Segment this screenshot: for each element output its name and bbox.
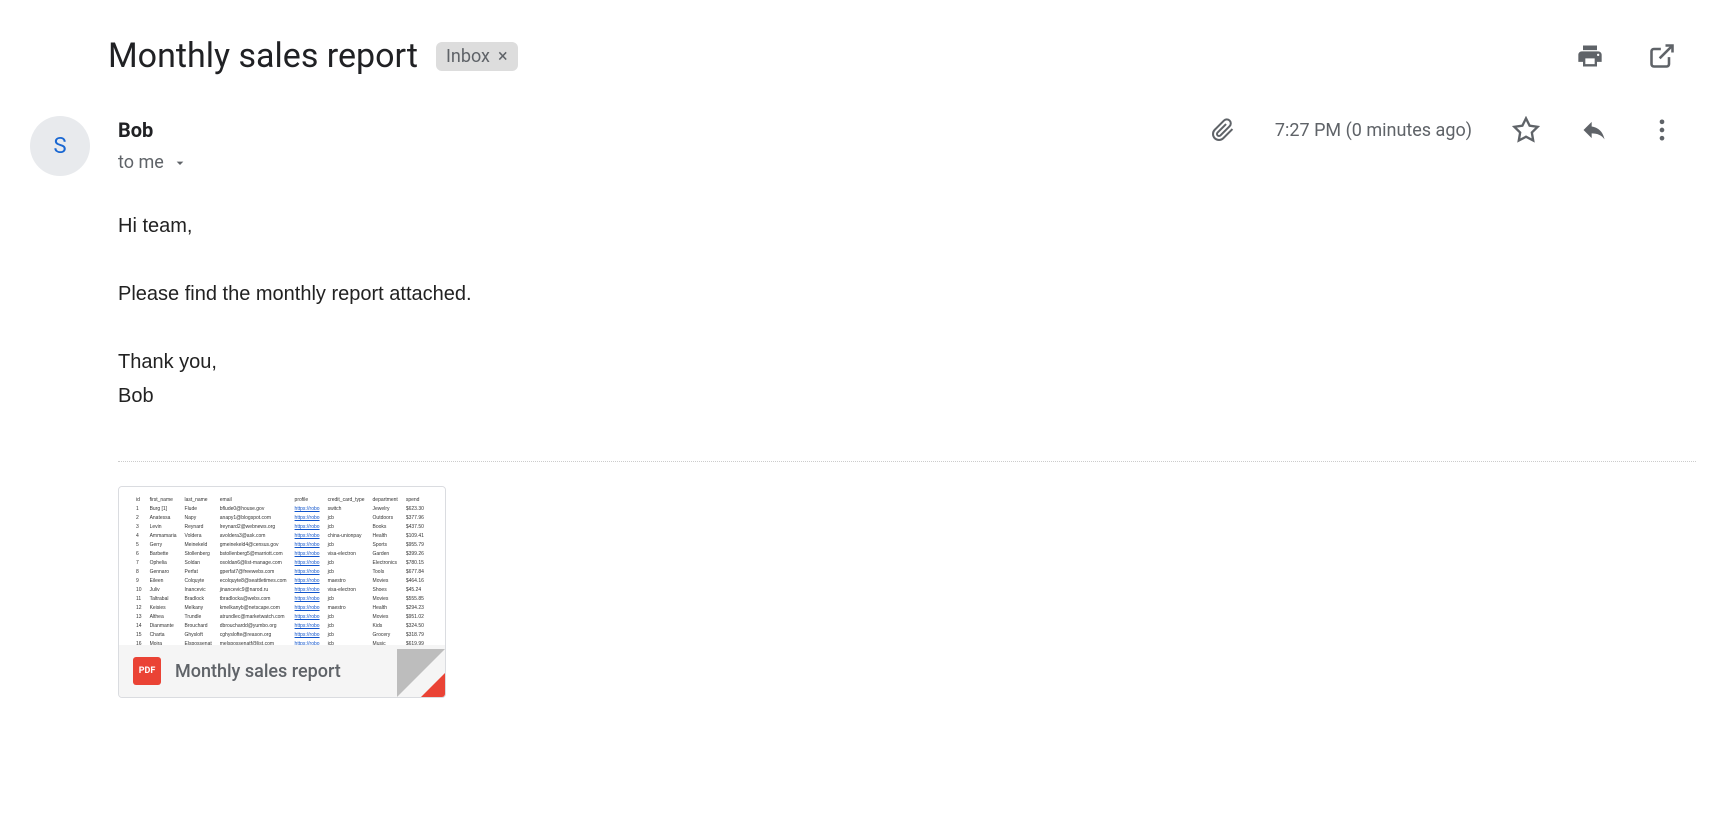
recipient-row[interactable]: to me (118, 152, 1676, 173)
body-line: Hi team, (118, 209, 1676, 243)
pdf-badge: PDF (133, 657, 161, 685)
star-icon[interactable] (1512, 116, 1540, 144)
divider (118, 461, 1696, 462)
attachment-footer: PDF Monthly sales report (119, 645, 445, 697)
email-body: Hi team, Please find the monthly report … (118, 209, 1676, 413)
attachment-name: Monthly sales report (175, 661, 341, 682)
more-icon[interactable] (1648, 116, 1676, 144)
sender-avatar[interactable]: S (30, 116, 90, 176)
reply-icon[interactable] (1580, 116, 1608, 144)
fold-corner (421, 673, 445, 697)
close-icon[interactable]: × (498, 46, 508, 67)
print-icon[interactable] (1576, 42, 1604, 70)
open-new-window-icon[interactable] (1648, 42, 1676, 70)
header-actions (1576, 42, 1696, 70)
body-line: Please find the monthly report attached. (118, 277, 1676, 311)
attachment-icon[interactable] (1211, 118, 1235, 142)
sender-row: Bob 7:27 PM (0 minutes ago) (118, 116, 1676, 144)
timestamp[interactable]: 7:27 PM (0 minutes ago) (1275, 120, 1472, 141)
sender-name[interactable]: Bob (118, 118, 153, 142)
message-block: S Bob 7:27 PM (0 minutes ago) (20, 76, 1696, 413)
body-line: Thank you, Bob (118, 345, 1676, 413)
attachment-preview: idfirst_namelast_nameemailprofilecredit_… (119, 487, 445, 645)
attachment-area: idfirst_namelast_nameemailprofilecredit_… (20, 486, 1696, 698)
label-text: Inbox (446, 46, 490, 67)
inbox-label-chip[interactable]: Inbox × (436, 42, 518, 71)
email-header: Monthly sales report Inbox × (20, 0, 1696, 76)
recipient-text: to me (118, 152, 164, 173)
email-subject: Monthly sales report (108, 36, 418, 76)
chevron-down-icon[interactable] (172, 155, 188, 171)
attachment-card[interactable]: idfirst_namelast_nameemailprofilecredit_… (118, 486, 446, 698)
